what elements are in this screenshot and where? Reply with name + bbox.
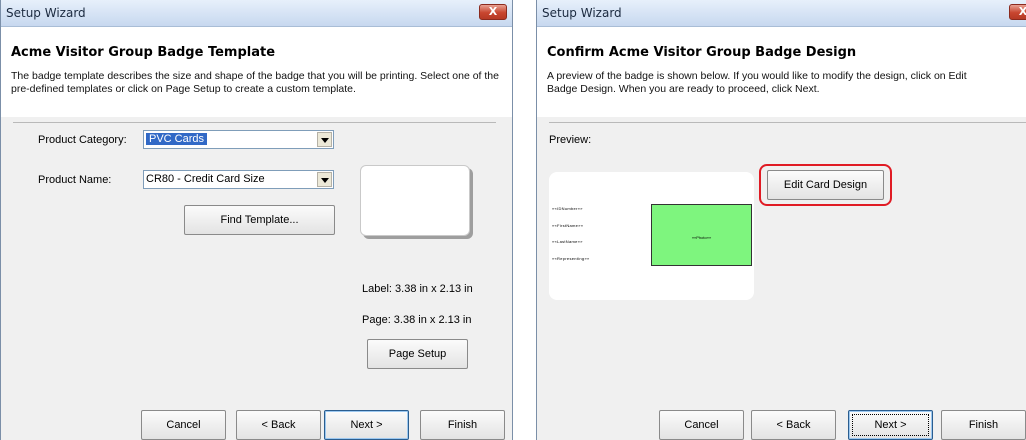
focus-rectangle — [852, 414, 929, 436]
page-size-text: Page: 3.38 in x 2.13 in — [362, 314, 472, 326]
finish-button[interactable]: Finish — [420, 410, 505, 440]
page-setup-button[interactable]: Page Setup — [367, 339, 468, 369]
edit-card-design-button[interactable]: Edit Card Design — [767, 170, 884, 200]
badge-template-thumbnail — [360, 165, 470, 236]
close-button[interactable]: X — [1009, 4, 1026, 20]
page-title: Confirm Acme Visitor Group Badge Design — [547, 45, 857, 60]
badge-photo-label: ««Photo»» — [691, 235, 712, 240]
setup-wizard-window-design: Setup Wizard X Confirm Acme Visitor Grou… — [536, 0, 1026, 440]
next-button[interactable]: Next > — [324, 410, 409, 440]
divider — [549, 122, 1026, 123]
window-title: Setup Wizard — [542, 6, 622, 20]
product-name-select[interactable]: CR80 - Credit Card Size — [143, 170, 334, 189]
badge-field-representing: ««Representing»» — [552, 256, 590, 261]
close-button[interactable]: X — [479, 4, 507, 20]
chevron-down-icon[interactable] — [317, 172, 332, 187]
badge-photo-placeholder: ««Photo»» — [651, 204, 752, 266]
next-button[interactable]: Next > — [848, 410, 933, 440]
product-name-value: CR80 - Credit Card Size — [146, 173, 265, 185]
window-title: Setup Wizard — [6, 6, 86, 20]
finish-button[interactable]: Finish — [941, 410, 1026, 440]
page-description: A preview of the badge is shown below. I… — [547, 70, 967, 95]
badge-preview: ««IDNumber»» ««FirstName»» ««LastName»» … — [549, 172, 754, 300]
cancel-button[interactable]: Cancel — [141, 410, 226, 440]
product-category-label: Product Category: — [38, 134, 127, 146]
cancel-button[interactable]: Cancel — [659, 410, 744, 440]
product-category-value: PVC Cards — [146, 133, 208, 145]
chevron-down-icon[interactable] — [317, 132, 332, 147]
header-panel: Confirm Acme Visitor Group Badge Design … — [537, 27, 1026, 117]
title-bar: Setup Wizard X — [537, 0, 1026, 27]
divider — [13, 122, 496, 123]
header-panel: Acme Visitor Group Badge Template The ba… — [1, 27, 512, 117]
page-title: Acme Visitor Group Badge Template — [11, 45, 276, 60]
close-icon: X — [1018, 5, 1026, 18]
product-name-label: Product Name: — [38, 174, 112, 186]
label-size-text: Label: 3.38 in x 2.13 in — [362, 283, 473, 295]
product-category-select[interactable]: PVC Cards — [143, 130, 334, 149]
title-bar: Setup Wizard X — [1, 0, 512, 27]
badge-field-last-name: ««LastName»» — [552, 239, 583, 244]
back-button[interactable]: < Back — [236, 410, 321, 440]
close-icon: X — [488, 5, 498, 18]
preview-label: Preview: — [549, 134, 592, 146]
setup-wizard-window-template: Setup Wizard X Acme Visitor Group Badge … — [0, 0, 513, 440]
back-button[interactable]: < Back — [751, 410, 836, 440]
badge-field-id-number: ««IDNumber»» — [552, 206, 583, 211]
page-description: The badge template describes the size an… — [11, 70, 499, 95]
badge-field-first-name: ««FirstName»» — [552, 223, 584, 228]
find-template-button[interactable]: Find Template... — [184, 205, 335, 235]
